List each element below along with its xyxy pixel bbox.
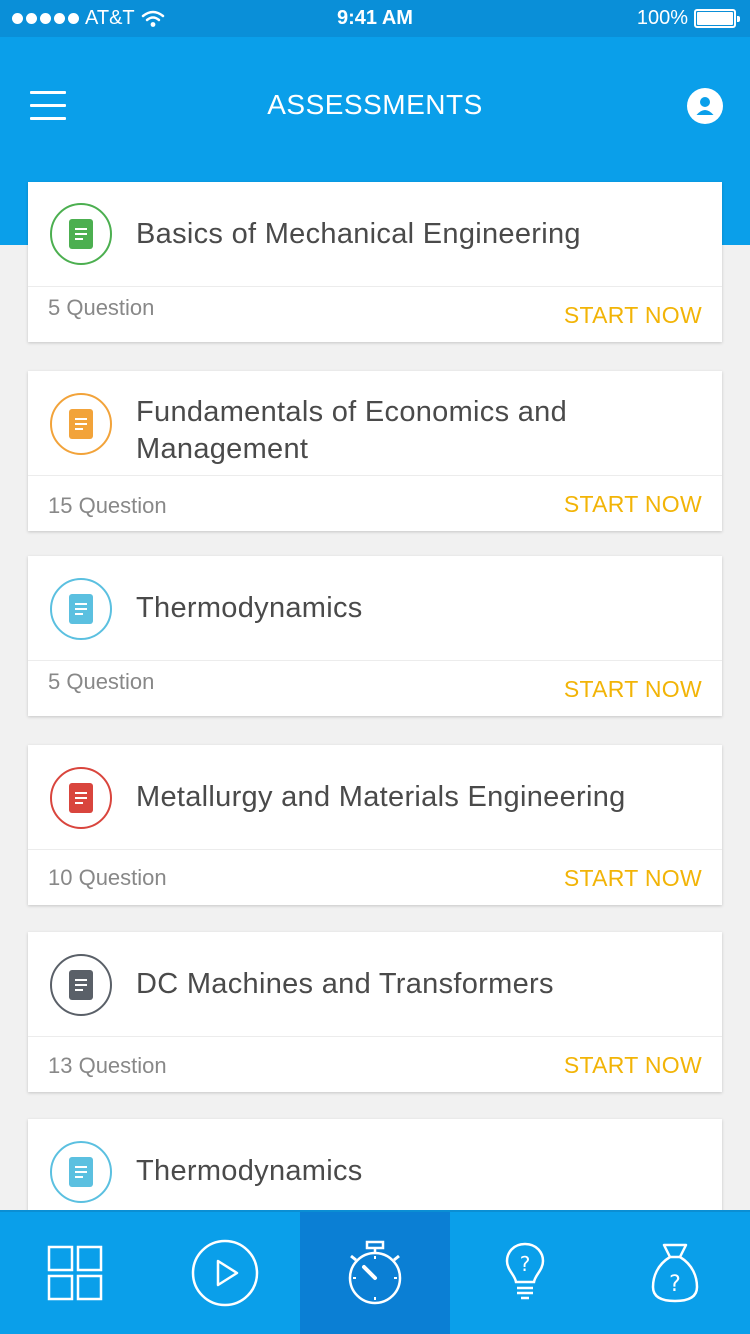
svg-text:?: ? <box>520 1252 531 1276</box>
bottom-tab-bar: ? ? <box>0 1210 750 1334</box>
assessment-card: DC Machines and Transformers 13 Question… <box>28 932 722 1092</box>
assessment-card: Thermodynamics 5 Question START NOW <box>28 556 722 716</box>
play-icon <box>191 1239 259 1307</box>
tab-dashboard[interactable] <box>0 1212 150 1334</box>
tab-ideas[interactable]: ? <box>450 1212 600 1334</box>
wifi-icon <box>141 10 164 27</box>
status-bar: AT&T 9:41 AM 100% <box>0 0 750 37</box>
menu-button[interactable] <box>30 91 66 121</box>
assessment-title: Fundamentals of Economics and Management <box>136 396 568 465</box>
document-icon <box>50 393 112 455</box>
start-now-button[interactable]: START NOW <box>564 865 702 892</box>
assessment-title: Thermodynamics <box>136 1155 363 1187</box>
tab-assessments[interactable] <box>300 1212 450 1334</box>
start-now-button[interactable]: START NOW <box>564 676 702 703</box>
carrier-label: AT&T <box>85 7 135 29</box>
lightbulb-question-icon: ? <box>505 1242 545 1300</box>
document-icon <box>50 1141 112 1203</box>
user-icon <box>696 97 714 115</box>
page-title: ASSESSMENTS <box>267 89 483 120</box>
assessment-title: Metallurgy and Materials Engineering <box>136 781 626 813</box>
grid-icon <box>47 1245 103 1301</box>
start-now-button[interactable]: START NOW <box>564 491 702 518</box>
battery-icon <box>694 9 740 28</box>
question-count: 10 Question <box>48 865 167 890</box>
document-icon <box>50 767 112 829</box>
tab-videos[interactable] <box>150 1212 300 1334</box>
battery-info: 100% <box>636 7 740 30</box>
document-icon <box>50 578 112 640</box>
carrier-info: AT&T <box>12 7 165 30</box>
hamburger-icon <box>30 91 66 94</box>
assessment-card: Thermodynamics <box>28 1119 722 1224</box>
assessment-title: Basics of Mechanical Engineering <box>136 218 581 250</box>
document-icon <box>50 203 112 265</box>
question-count: 5 Question <box>48 669 155 694</box>
assessment-card: Basics of Mechanical Engineering 5 Quest… <box>28 182 722 342</box>
bag-question-icon: ? <box>651 1243 699 1303</box>
assessment-card: Metallurgy and Materials Engineering 10 … <box>28 745 722 905</box>
tab-doubts[interactable]: ? <box>600 1212 750 1334</box>
question-count: 13 Question <box>48 1053 167 1078</box>
assessment-title: DC Machines and Transformers <box>136 968 554 1000</box>
assessment-card: Fundamentals of Economics and Management… <box>28 371 722 531</box>
start-now-button[interactable]: START NOW <box>564 1052 702 1079</box>
profile-button[interactable] <box>687 88 723 124</box>
document-icon <box>50 954 112 1016</box>
assessment-title: Thermodynamics <box>136 592 363 624</box>
question-count: 5 Question <box>48 295 155 320</box>
battery-percent: 100% <box>636 7 688 29</box>
signal-strength-icon <box>12 13 79 24</box>
svg-text:?: ? <box>669 1272 681 1297</box>
stopwatch-icon <box>348 1240 402 1305</box>
start-now-button[interactable]: START NOW <box>564 302 702 329</box>
navigation-bar: ASSESSMENTS <box>0 37 750 177</box>
question-count: 15 Question <box>48 493 167 518</box>
